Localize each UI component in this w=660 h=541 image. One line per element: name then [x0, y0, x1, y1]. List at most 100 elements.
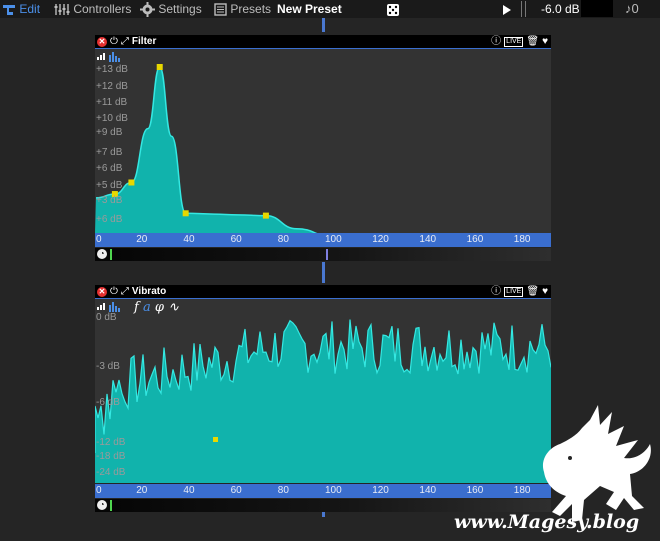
- play-icon[interactable]: [502, 0, 512, 18]
- vibrato-fill: [95, 319, 551, 483]
- heart-icon[interactable]: ♥: [542, 36, 548, 47]
- power-icon[interactable]: ⏻: [110, 36, 118, 47]
- curve-handle: [128, 179, 135, 186]
- db-label: +7 dB: [96, 147, 123, 158]
- curve-handle: [156, 64, 163, 70]
- settings-label: Settings: [158, 2, 202, 16]
- connector-top: [322, 18, 325, 32]
- heart-icon[interactable]: ♥: [542, 286, 548, 297]
- db-label: +3 dB: [96, 195, 123, 206]
- x-tick-label: 60: [230, 234, 242, 245]
- x-tick-label: 180: [513, 234, 531, 245]
- x-tick-label: 0: [96, 485, 102, 496]
- volume-meter-box: [581, 0, 613, 17]
- presets-icon: [214, 3, 227, 17]
- level-meter: [521, 1, 526, 17]
- top-toolbar: Edit Controllers Settings Presets New Pr…: [0, 0, 660, 18]
- x-tick-label: 120: [372, 234, 389, 245]
- trash-icon[interactable]: 🗑: [526, 286, 539, 297]
- db-label: +6 dB: [96, 214, 123, 225]
- filter-plot[interactable]: +13 dB +12 dB +11 dB +10 dB +9 dB +7 dB +6 dB +…: [95, 49, 551, 233]
- close-icon[interactable]: ✕: [97, 286, 107, 297]
- vibrato-waveform[interactable]: [95, 299, 551, 483]
- controllers-tab[interactable]: Controllers: [54, 0, 131, 18]
- clock-icon[interactable]: ◔: [97, 500, 107, 510]
- frequency-mod-button[interactable]: f: [134, 300, 139, 315]
- db-label: 0 dB: [96, 312, 117, 323]
- vibrato-header: ✕ ⏻ ⤢ Vibrato ⓘ LIVE 🗑 ♥: [95, 285, 551, 299]
- timeline-start-marker[interactable]: [110, 249, 112, 260]
- edit-tab[interactable]: Edit: [2, 0, 40, 18]
- presets-label: Presets: [230, 2, 272, 16]
- clock-icon[interactable]: ◔: [97, 249, 107, 259]
- sliders-icon: [54, 4, 70, 16]
- note-counter: ♪0: [625, 0, 639, 18]
- db-label: -12 dB: [96, 437, 126, 448]
- x-tick-label: 160: [466, 234, 484, 245]
- x-axis: 0 20 40 60 80 100 120 140 160 180: [95, 233, 551, 247]
- x-tick-label: 100: [325, 485, 342, 496]
- x-tick-label: 80: [277, 485, 289, 496]
- db-label: -6 dB: [96, 397, 120, 408]
- timeline-marker[interactable]: [326, 249, 328, 260]
- db-label: -3 dB: [96, 361, 120, 372]
- note-count: 0: [631, 1, 639, 16]
- db-label: +6 dB: [96, 163, 123, 174]
- edit-icon: [3, 4, 15, 15]
- phase-mod-button[interactable]: φ: [155, 300, 164, 315]
- x-tick-label: 0: [96, 234, 102, 245]
- dice-icon[interactable]: [386, 0, 400, 18]
- amplitude-mod-button[interactable]: a: [143, 300, 151, 315]
- expand-icon[interactable]: ⤢: [121, 286, 129, 297]
- live-badge[interactable]: LIVE: [504, 36, 524, 47]
- gear-icon: [140, 2, 155, 18]
- wave-shape-button[interactable]: ∿: [168, 300, 179, 315]
- x-axis: 0 20 40 60 80 100 120 140 160 180: [95, 484, 551, 498]
- vibrato-panel: ✕ ⏻ ⤢ Vibrato ⓘ LIVE 🗑 ♥ 0 dB -3 dB -6 dB -…: [95, 285, 551, 512]
- vibrato-plot[interactable]: 0 dB -3 dB -6 dB -12 dB -18 dB -24 dB f a φ ∿: [95, 299, 551, 483]
- x-tick-label: 20: [136, 234, 148, 245]
- db-label: +12 dB: [96, 81, 128, 92]
- trash-icon[interactable]: 🗑: [526, 36, 539, 47]
- filter-timeline[interactable]: ◔: [95, 248, 551, 261]
- preset-name[interactable]: New Preset: [277, 0, 342, 18]
- db-label: +11 dB: [96, 97, 128, 108]
- x-tick-label: 160: [466, 485, 484, 496]
- expand-icon[interactable]: ⤢: [121, 36, 129, 47]
- filter-panel: ✕ ⏻ ⤢ Filter ⓘ LIVE 🗑 ♥ +13 dB +12 dB +11 …: [95, 35, 551, 261]
- x-tick-label: 20: [136, 485, 148, 496]
- watermark-text: www.Magesy.blog: [454, 511, 640, 533]
- filter-curve[interactable]: [95, 49, 551, 233]
- x-tick-label: 140: [419, 485, 437, 496]
- volume-display[interactable]: -6.0 dB: [541, 0, 580, 18]
- x-tick-label: 140: [419, 234, 437, 245]
- x-tick-label: 60: [230, 485, 242, 496]
- panel-title: Filter: [131, 36, 157, 47]
- modulation-icons: f a φ ∿: [134, 300, 179, 315]
- close-icon[interactable]: ✕: [97, 36, 107, 47]
- live-badge[interactable]: LIVE: [504, 286, 524, 297]
- x-tick-label: 80: [277, 234, 289, 245]
- db-label: +5 dB: [96, 180, 123, 191]
- filter-header: ✕ ⏻ ⤢ Filter ⓘ LIVE 🗑 ♥: [95, 35, 551, 49]
- filter-fill: [95, 67, 551, 233]
- spectrum-icon: [97, 52, 120, 62]
- x-tick-label: 100: [325, 234, 342, 245]
- x-tick-label: 40: [183, 485, 195, 496]
- db-label: +10 dB: [96, 113, 128, 124]
- connector-bottom: [322, 512, 325, 517]
- controllers-label: Controllers: [73, 2, 132, 16]
- edit-label: Edit: [19, 2, 41, 16]
- curve-handle: [262, 212, 269, 219]
- info-icon[interactable]: ⓘ: [491, 36, 501, 47]
- timeline-start-marker[interactable]: [110, 500, 112, 511]
- curve-handle: [213, 437, 218, 442]
- db-label: -18 dB: [96, 451, 126, 462]
- power-icon[interactable]: ⏻: [110, 286, 118, 297]
- presets-tab[interactable]: Presets: [214, 0, 271, 18]
- connector-mid: [322, 262, 325, 283]
- settings-tab[interactable]: Settings: [140, 0, 202, 18]
- info-icon[interactable]: ⓘ: [491, 286, 501, 297]
- x-tick-label: 120: [372, 485, 389, 496]
- db-label: -24 dB: [96, 467, 126, 478]
